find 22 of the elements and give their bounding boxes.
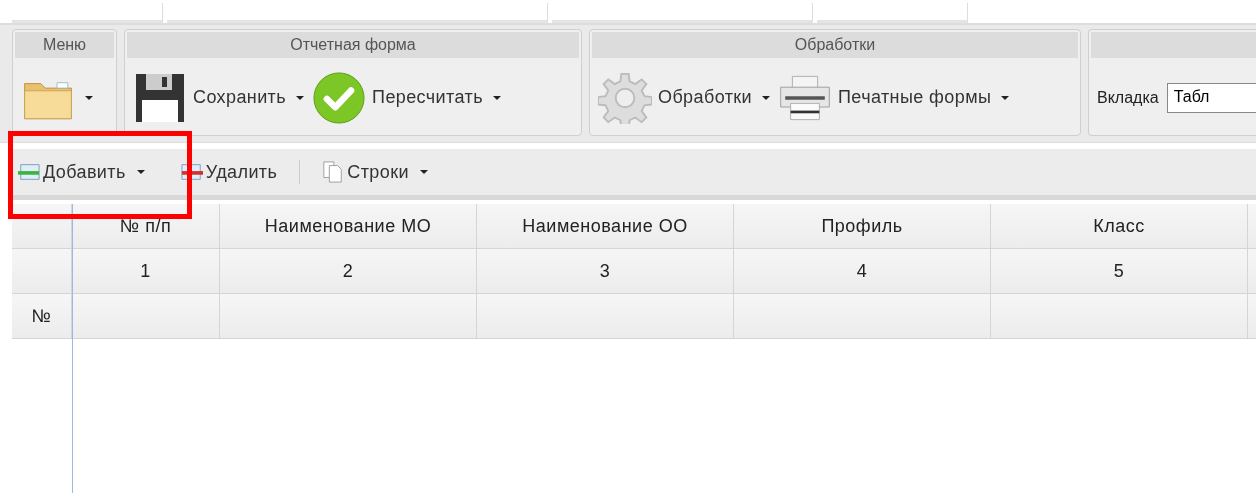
column-header: Класс [991, 204, 1248, 249]
toolbar-button[interactable]: Удалить [180, 161, 278, 183]
toolbar-button[interactable]: Строки [322, 161, 428, 183]
toolbar-button[interactable]: Добавить [18, 161, 145, 183]
field-label: Вкладка [1097, 88, 1159, 107]
ribbon-button[interactable]: Обработки [598, 71, 771, 124]
group-title: Отчетная форма [290, 36, 416, 54]
column-header: Наименование ОО [477, 204, 734, 249]
column-number: 5 [991, 249, 1248, 294]
column-number: 4 [734, 249, 991, 294]
column-number: 1 [72, 249, 220, 294]
group-title: Меню [42, 36, 87, 54]
group-title: Обработки [794, 36, 876, 54]
column-header: Наименование МО [220, 204, 477, 249]
ribbon-button[interactable]: Сохранить [133, 71, 305, 124]
column-number: 3 [477, 249, 734, 294]
ribbon-button[interactable]: Пересчитать [312, 71, 501, 124]
tab-select-field[interactable]: Табл [1166, 82, 1256, 113]
column-number: 2 [220, 249, 477, 294]
row-header-cell: № [12, 294, 72, 339]
column-header: Профиль [734, 204, 991, 249]
ribbon-button[interactable]: Печатные формы [778, 71, 1010, 124]
